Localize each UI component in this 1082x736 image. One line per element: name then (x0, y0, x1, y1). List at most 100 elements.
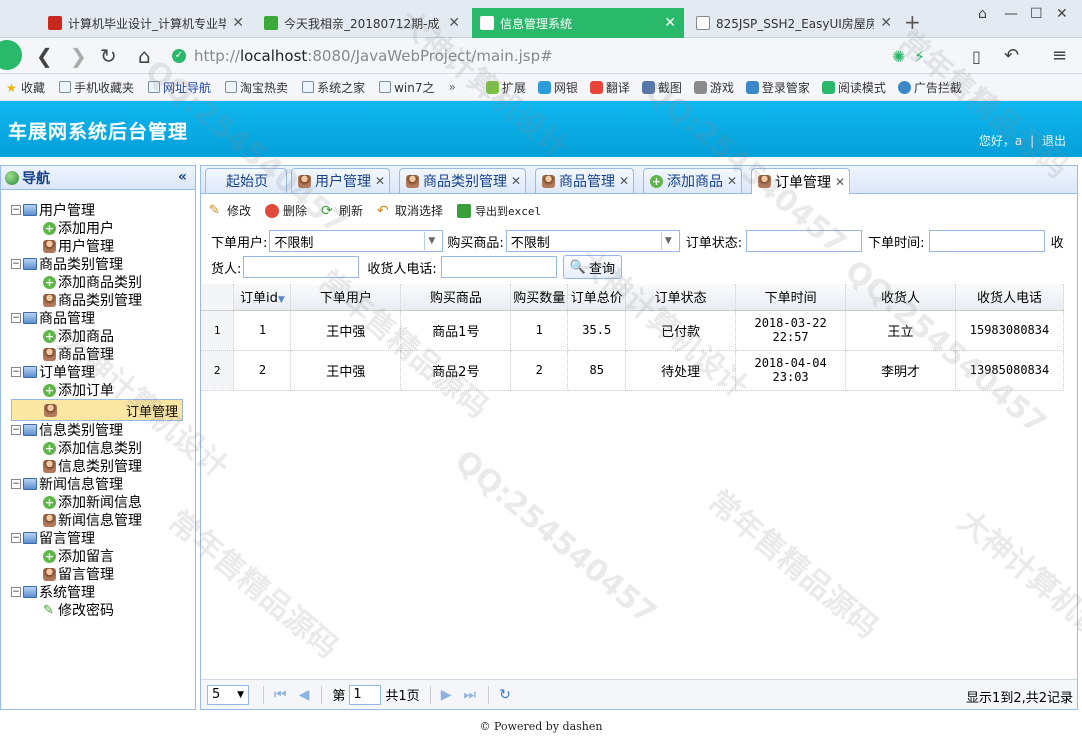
refresh-button[interactable]: ⟳ 刷新 (321, 202, 363, 219)
table-row[interactable]: 2 2 王中强 商品2号 2 85 待处理 2018-04-04 23:03 李明才 139850… (201, 350, 1065, 391)
browser-tab[interactable]: 计算机毕业设计_计算机专业毕 ✕ (40, 8, 252, 38)
column-header[interactable]: 订单状态 (625, 284, 737, 311)
column-header[interactable]: 下单时间 (735, 284, 847, 311)
close-icon[interactable]: ✕ (448, 15, 460, 31)
column-header[interactable]: 收货人电话 (955, 284, 1065, 311)
tool-login-manager[interactable]: 登录管家 (745, 79, 810, 96)
delete-button[interactable]: 删除 (265, 202, 307, 219)
collapse-toggle-icon[interactable]: − (11, 425, 21, 435)
refresh-icon[interactable]: ↻ (499, 687, 511, 703)
nav-group[interactable]: − 留言管理 (11, 529, 187, 547)
bookmark-icon[interactable]: ▯ (972, 47, 981, 66)
nav-item[interactable]: 商品类别管理 (11, 291, 187, 309)
favorite-link[interactable]: 淘宝热卖 (225, 79, 288, 96)
tool-bank[interactable]: 网银 (537, 79, 578, 96)
browser-tab[interactable]: 今天我相亲_20180712期-成 ✕ (256, 8, 468, 38)
column-header[interactable]: 订单id▼ (233, 284, 292, 311)
first-page-icon[interactable]: ⏮ (274, 687, 287, 703)
tool-games[interactable]: 游戏 (693, 79, 734, 96)
close-icon[interactable]: ✕ (727, 174, 737, 188)
last-page-icon[interactable]: ⏭ (463, 687, 476, 703)
receiver-input[interactable] (243, 256, 360, 278)
nav-item[interactable]: 订单管理 (11, 399, 183, 421)
collapse-toggle-icon[interactable]: − (11, 533, 21, 543)
nav-group[interactable]: − 商品类别管理 (11, 255, 187, 273)
collapse-toggle-icon[interactable]: − (11, 367, 21, 377)
close-icon[interactable]: ✕ (511, 174, 521, 188)
maximize-icon[interactable]: ☐ (1030, 6, 1043, 22)
prev-page-icon[interactable]: ◀ (299, 687, 310, 703)
favorite-link[interactable]: 手机收藏夹 (59, 79, 134, 96)
forward-icon[interactable]: ❯ (70, 44, 87, 68)
edit-button[interactable]: ✎ 修改 (209, 202, 251, 219)
nav-group[interactable]: − 系统管理 (11, 583, 187, 601)
column-header[interactable]: 购买数量 (510, 284, 569, 311)
undo-icon[interactable]: ↶ (1004, 45, 1019, 66)
lightning-icon[interactable]: ⚡ (914, 47, 925, 66)
status-input[interactable] (746, 230, 863, 252)
close-icon[interactable]: ✕ (375, 174, 385, 188)
tab-category-management[interactable]: 商品类别管理 ✕ (399, 168, 527, 193)
column-header[interactable]: 订单总价 (567, 284, 627, 311)
more-favorites-icon[interactable]: » (448, 80, 455, 94)
tool-extension[interactable]: 扩展 (485, 79, 526, 96)
tab-product-management[interactable]: 商品管理 ✕ (535, 168, 635, 193)
nav-item[interactable]: 新闻信息管理 (11, 511, 187, 529)
favorite-link[interactable]: 网址导航 (148, 79, 211, 96)
next-page-icon[interactable]: ▶ (441, 687, 452, 703)
order-user-select[interactable]: 不限制 ▼ (269, 230, 444, 252)
home-icon[interactable]: ⌂ (138, 44, 151, 68)
nav-item[interactable]: 用户管理 (11, 237, 187, 255)
nav-group[interactable]: − 订单管理 (11, 363, 187, 381)
nav-group[interactable]: − 新闻信息管理 (11, 475, 187, 493)
browser-tab-active[interactable]: 信息管理系统 ✕ (472, 8, 684, 38)
logout-link[interactable]: 退出 (1042, 134, 1066, 148)
nav-group[interactable]: − 商品管理 (11, 309, 187, 327)
favorite-link[interactable]: ★ 收藏 (6, 79, 45, 96)
close-icon[interactable]: ✕ (619, 174, 629, 188)
skin-icon[interactable]: ⌂ (978, 6, 987, 22)
nav-item[interactable]: + 添加商品类别 (11, 273, 187, 291)
tool-screenshot[interactable]: 截图 (641, 79, 682, 96)
column-header[interactable]: 购买商品 (400, 284, 512, 311)
query-button[interactable]: 🔍 查询 (562, 255, 622, 279)
collapse-toggle-icon[interactable]: − (11, 313, 21, 323)
nav-item[interactable]: 留言管理 (11, 565, 187, 583)
unselect-button[interactable]: ↶ 取消选择 (377, 202, 443, 219)
page-size-select[interactable]: 5 ▼ (207, 684, 249, 705)
tool-translate[interactable]: 翻译 (589, 79, 630, 96)
export-button[interactable]: 导出到excel (457, 202, 541, 219)
nav-item[interactable]: 商品管理 (11, 345, 187, 363)
collapse-toggle-icon[interactable]: − (11, 259, 21, 269)
close-icon[interactable]: ✕ (835, 175, 845, 189)
nav-item[interactable]: + 添加留言 (11, 547, 187, 565)
page-number-input[interactable]: 1 (349, 684, 382, 705)
nav-item[interactable]: 信息类别管理 (11, 457, 187, 475)
collapse-toggle-icon[interactable]: − (11, 587, 21, 597)
nav-item[interactable]: + 添加新闻信息 (11, 493, 187, 511)
minimize-icon[interactable]: — (1004, 6, 1018, 22)
url-field[interactable]: ✓ http://localhost:8080/JavaWebProject/m… (172, 43, 932, 69)
product-select[interactable]: 不限制 ▼ (505, 230, 680, 252)
favorite-link[interactable]: win7之 (379, 79, 434, 96)
browser-tab[interactable]: 825JSP_SSH2_EasyUI房屋房 ✕ (688, 8, 900, 38)
nav-item[interactable]: + 添加用户 (11, 219, 187, 237)
column-header[interactable]: 下单用户 (290, 284, 402, 311)
column-header[interactable]: 收货人 (845, 284, 956, 311)
nav-item[interactable]: ✎ 修改密码 (11, 601, 187, 619)
nav-group[interactable]: − 信息类别管理 (11, 421, 187, 439)
order-time-input[interactable] (928, 230, 1045, 252)
close-icon[interactable]: ✕ (232, 15, 244, 31)
tab-order-management[interactable]: 订单管理 ✕ (751, 168, 851, 194)
tab-user-management[interactable]: 用户管理 ✕ (291, 168, 391, 193)
receiver-phone-input[interactable] (440, 256, 557, 278)
collapse-toggle-icon[interactable]: − (11, 479, 21, 489)
back-icon[interactable]: ❮ (36, 44, 53, 68)
tool-ad-block[interactable]: 广告拦截 (897, 79, 962, 96)
speed-icon[interactable]: ✺ (892, 47, 905, 66)
close-window-icon[interactable]: ✕ (1056, 6, 1068, 22)
tab-home[interactable]: 起始页 (205, 168, 287, 193)
favorite-link[interactable]: 系统之家 (302, 79, 365, 96)
tab-add-product[interactable]: + 添加商品 ✕ (643, 168, 743, 193)
new-tab-icon[interactable]: + (904, 10, 921, 34)
